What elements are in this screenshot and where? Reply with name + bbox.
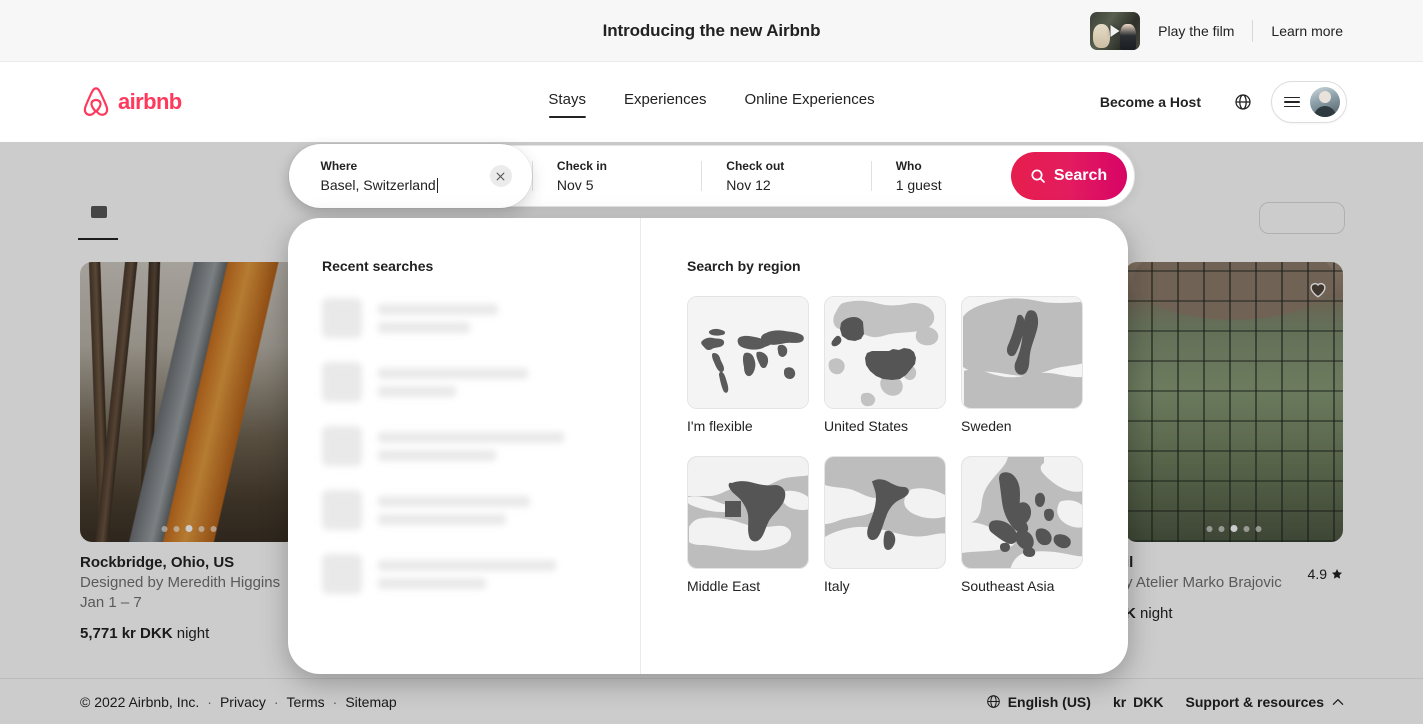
region-card-italy[interactable]: Italy — [824, 456, 946, 594]
united-states-map-thumbnail — [824, 296, 946, 409]
search-button-label: Search — [1054, 167, 1107, 185]
recent-search-item[interactable] — [322, 296, 608, 340]
check-in-label: Check in — [557, 158, 677, 174]
location-suggestions-panel: Recent searches — [288, 218, 1128, 674]
recent-search-item[interactable] — [322, 360, 608, 404]
where-value[interactable]: Basel, Switzerland — [313, 176, 508, 194]
where-input-text: Basel, Switzerland — [321, 177, 436, 193]
recent-searches-section: Recent searches — [288, 218, 641, 674]
placeholder-text — [378, 560, 556, 589]
placeholder-line — [378, 496, 530, 507]
placeholder-line — [378, 304, 498, 315]
profile-menu-button[interactable] — [1271, 81, 1347, 123]
region-card-flexible[interactable]: I'm flexible — [687, 296, 809, 434]
placeholder-thumb — [322, 426, 362, 466]
who-value: 1 guest — [896, 176, 987, 194]
placeholder-line — [378, 450, 496, 461]
placeholder-thumb — [322, 490, 362, 530]
airbnb-logo-text: airbnb — [118, 89, 182, 115]
avatar-head — [1319, 91, 1331, 103]
airbnb-logo-icon — [80, 85, 112, 119]
search-bar: Where Basel, Switzerland Check in Nov 5 … — [289, 145, 1135, 207]
region-label: Middle East — [687, 578, 809, 594]
world-map-thumbnail — [687, 296, 809, 409]
tab-online-experiences[interactable]: Online Experiences — [744, 91, 874, 118]
placeholder-line — [378, 578, 486, 589]
who-field[interactable]: Who 1 guest — [872, 145, 1011, 207]
placeholder-thumb — [322, 554, 362, 594]
person-figure — [1120, 24, 1136, 50]
play-icon — [1111, 25, 1120, 37]
header-actions: Become a Host — [1086, 81, 1347, 123]
play-film-thumbnail[interactable] — [1090, 12, 1140, 50]
placeholder-line — [378, 386, 456, 397]
play-the-film-link[interactable]: Play the film — [1140, 23, 1252, 39]
placeholder-text — [378, 496, 530, 525]
check-in-field[interactable]: Check in Nov 5 — [533, 145, 701, 207]
placeholder-line — [378, 322, 470, 333]
region-card-sweden[interactable]: Sweden — [961, 296, 1083, 434]
check-out-field[interactable]: Check out Nov 12 — [702, 145, 870, 207]
placeholder-text — [378, 304, 498, 333]
close-icon — [496, 172, 505, 181]
region-label: United States — [824, 418, 946, 434]
where-field[interactable]: Where Basel, Switzerland — [289, 144, 532, 208]
placeholder-thumb — [322, 298, 362, 338]
promo-actions: Play the film Learn more — [1090, 0, 1361, 62]
recent-search-item[interactable] — [322, 552, 608, 596]
region-card-middle-east[interactable]: Middle East — [687, 456, 809, 594]
become-a-host-button[interactable]: Become a Host — [1086, 82, 1215, 122]
main-navigation: Stays Experiences Online Experiences — [548, 91, 874, 118]
placeholder-text — [378, 368, 528, 397]
placeholder-line — [378, 432, 564, 443]
text-cursor — [437, 178, 438, 193]
check-in-value: Nov 5 — [557, 176, 677, 194]
tab-experiences[interactable]: Experiences — [624, 91, 707, 118]
who-label: Who — [896, 158, 987, 174]
user-avatar — [1310, 87, 1340, 117]
region-label: Sweden — [961, 418, 1083, 434]
region-label: Southeast Asia — [961, 578, 1083, 594]
tab-stays[interactable]: Stays — [548, 91, 586, 118]
region-grid: I'm flexible — [687, 296, 1094, 594]
dog-figure — [1093, 24, 1110, 48]
recent-search-item[interactable] — [322, 424, 608, 468]
recent-search-item[interactable] — [322, 488, 608, 532]
placeholder-line — [378, 560, 556, 571]
region-label: Italy — [824, 578, 946, 594]
region-card-southeast-asia[interactable]: Southeast Asia — [961, 456, 1083, 594]
recent-searches-heading: Recent searches — [322, 258, 608, 274]
where-label: Where — [313, 158, 508, 174]
search-by-region-section: Search by region — [641, 218, 1128, 674]
language-globe-button[interactable] — [1223, 82, 1263, 122]
promo-title: Introducing the new Airbnb — [603, 21, 821, 41]
hamburger-menu-icon — [1284, 97, 1300, 108]
search-icon — [1030, 168, 1046, 184]
region-label: I'm flexible — [687, 418, 809, 434]
check-out-label: Check out — [726, 158, 846, 174]
airbnb-search-page: Introducing the new Airbnb Play the film… — [0, 0, 1423, 724]
learn-more-link[interactable]: Learn more — [1253, 23, 1361, 39]
sweden-map-thumbnail — [961, 296, 1083, 409]
clear-where-button[interactable] — [490, 165, 512, 187]
avatar-body — [1314, 106, 1336, 117]
search-by-region-heading: Search by region — [687, 258, 1094, 274]
placeholder-text — [378, 432, 564, 461]
search-button[interactable]: Search — [1011, 152, 1127, 200]
italy-map-thumbnail — [824, 456, 946, 569]
check-out-value: Nov 12 — [726, 176, 846, 194]
site-header: airbnb Stays Experiences Online Experien… — [0, 62, 1423, 142]
placeholder-line — [378, 514, 506, 525]
promo-banner: Introducing the new Airbnb Play the film… — [0, 0, 1423, 62]
placeholder-line — [378, 368, 528, 379]
middle-east-map-thumbnail — [687, 456, 809, 569]
region-card-united-states[interactable]: United States — [824, 296, 946, 434]
placeholder-thumb — [322, 362, 362, 402]
airbnb-logo[interactable]: airbnb — [80, 85, 182, 119]
southeast-asia-map-thumbnail — [961, 456, 1083, 569]
globe-icon — [1234, 93, 1252, 111]
